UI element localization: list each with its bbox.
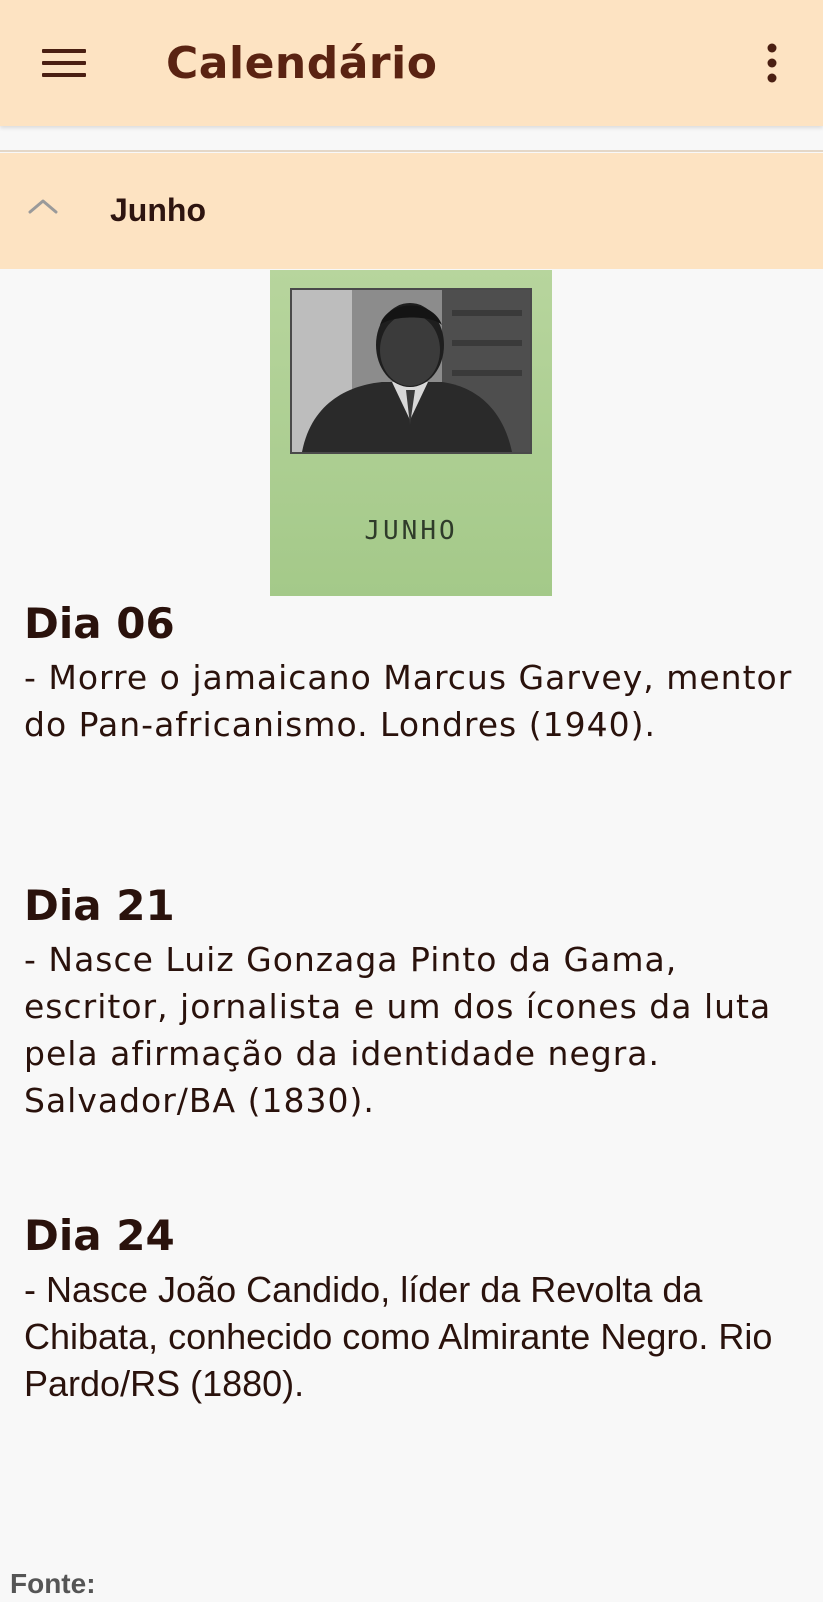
section-title[interactable]: Junho bbox=[110, 190, 206, 230]
card-month-label: JUNHO bbox=[364, 516, 458, 546]
more-options-button[interactable] bbox=[748, 33, 796, 93]
chevron-up-icon[interactable] bbox=[26, 196, 60, 216]
calendar-entry: Dia 24 - Nasce João Candido, líder da Re… bbox=[24, 1210, 804, 1407]
portrait-photo bbox=[290, 288, 532, 454]
entry-day-heading: Dia 24 bbox=[24, 1211, 175, 1260]
entry-description: - Nasce João Candido, líder da Revolta d… bbox=[24, 1269, 773, 1404]
calendar-entry: Dia 06 - Morre o jamaicano Marcus Garvey… bbox=[24, 598, 804, 748]
source-label: Fonte: bbox=[10, 1568, 96, 1599]
entry-description: - Nasce Luiz Gonzaga Pinto da Gama, escr… bbox=[24, 940, 772, 1120]
month-card-image: JUNHO bbox=[270, 270, 552, 596]
hamburger-menu-icon bbox=[42, 49, 86, 77]
calendar-entry: Dia 21 - Nasce Luiz Gonzaga Pinto da Gam… bbox=[24, 880, 804, 1124]
menu-button[interactable] bbox=[28, 33, 100, 93]
app-bar: Calendário bbox=[0, 0, 823, 126]
more-vert-icon bbox=[767, 43, 777, 83]
entry-description: - Morre o jamaicano Marcus Garvey, mento… bbox=[24, 658, 793, 744]
entry-day-heading: Dia 21 bbox=[24, 881, 175, 930]
divider bbox=[0, 150, 823, 152]
app-title: Calendário bbox=[166, 38, 438, 89]
entry-day-heading: Dia 06 bbox=[24, 599, 175, 648]
